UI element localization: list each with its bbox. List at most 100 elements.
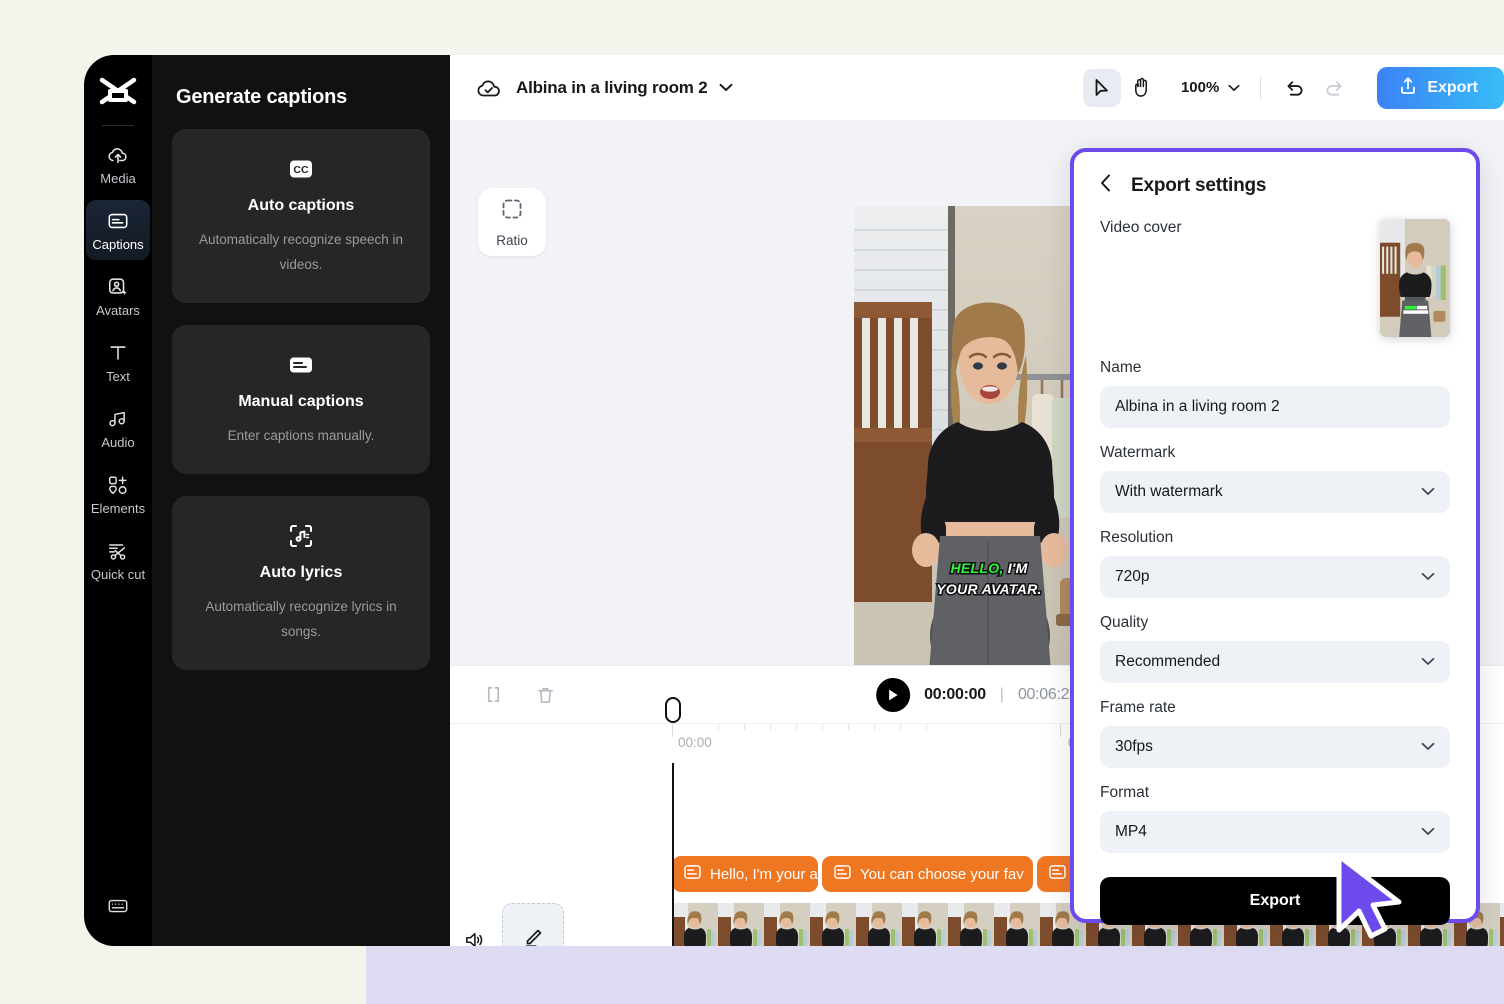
crop-dashed-icon [500, 197, 524, 226]
caption-text: I'M [1003, 559, 1028, 578]
track-mute-button[interactable] [457, 923, 491, 946]
export-settings-header: Export settings [1100, 174, 1450, 197]
card-desc: Automatically recognize lyrics in songs. [205, 599, 397, 639]
zoom-level-control[interactable]: 100% [1181, 79, 1240, 96]
export-settings-title: Export settings [1131, 174, 1267, 196]
watermark-select[interactable]: With watermark [1100, 471, 1450, 513]
ratio-button[interactable]: Ratio [478, 188, 546, 256]
video-thumbnail [994, 903, 1040, 946]
share-up-icon [1399, 76, 1417, 100]
text-t-icon [106, 341, 130, 365]
resolution-select[interactable]: 720p [1100, 556, 1450, 598]
name-input[interactable]: Albina in a living room 2 [1100, 386, 1450, 428]
video-thumbnail [672, 903, 718, 946]
keyboard-shortcuts-button[interactable] [86, 885, 150, 926]
zoom-level-value: 100% [1180, 79, 1220, 96]
capcut-logo-icon [94, 73, 142, 113]
field-watermark: Watermark With watermark [1100, 444, 1450, 513]
split-icon[interactable] [476, 678, 510, 712]
field-label: Frame rate [1100, 699, 1176, 716]
sidebar-item-captions[interactable]: Captions [86, 200, 150, 260]
playhead-knob[interactable] [665, 697, 681, 723]
play-button[interactable] [876, 677, 911, 712]
export-settings-panel: Export settings Video cover Name Albina … [1070, 148, 1480, 925]
sidebar-item-label: Captions [92, 237, 144, 252]
card-title: Manual captions [238, 393, 364, 410]
sidebar-item-media[interactable]: Media [86, 134, 150, 194]
auto-lyrics-card[interactable]: Auto lyrics Automatically recognize lyri… [172, 496, 430, 670]
chevron-left-icon[interactable] [1100, 174, 1111, 197]
hand-tool-button[interactable] [1123, 69, 1161, 107]
field-label: Watermark [1100, 444, 1176, 461]
svg-text:CC: CC [293, 164, 309, 176]
field-frame-rate: Frame rate 30fps [1100, 699, 1450, 768]
chevron-down-icon [1421, 823, 1435, 841]
video-thumbnail [948, 903, 994, 946]
video-thumbnail [718, 903, 764, 946]
top-toolbar: Albina in a living room 2 100% Export [450, 55, 1504, 120]
manual-cc-icon [287, 351, 315, 379]
auto-lyrics-icon [287, 522, 315, 550]
caption-clip-label: Hello, I'm your a [710, 865, 818, 883]
sidebar-item-label: Media [100, 171, 136, 186]
chevron-down-icon [1421, 568, 1435, 586]
video-thumbnail [810, 903, 856, 946]
caption-clip-icon [1049, 865, 1066, 883]
field-value: Recommended [1115, 653, 1221, 670]
edit-track-button[interactable] [502, 903, 564, 946]
sidebar-item-audio[interactable]: Audio [86, 398, 150, 458]
caption-clip[interactable]: You can choose your fav [822, 856, 1033, 892]
export-button[interactable]: Export [1377, 66, 1504, 109]
rail-divider [102, 125, 134, 126]
playhead[interactable] [665, 697, 681, 946]
field-label: Name [1100, 359, 1142, 376]
quality-select[interactable]: Recommended [1100, 641, 1450, 683]
card-desc: Enter captions manually. [227, 428, 375, 443]
undo-button[interactable] [1275, 69, 1313, 107]
playback-controls: 00:00:00 | 00:06:22 [876, 677, 1078, 712]
sidebar-item-elements[interactable]: Elements [86, 464, 150, 524]
music-note-icon [106, 407, 130, 431]
export-confirm-button[interactable]: Export [1100, 877, 1450, 925]
field-label: Quality [1100, 614, 1149, 631]
caption-clip[interactable]: Hello, I'm your a [672, 856, 818, 892]
chevron-down-icon [1421, 738, 1435, 756]
caption-clip-icon [834, 865, 851, 883]
project-name[interactable]: Albina in a living room 2 [516, 78, 708, 98]
field-name: Name Albina in a living room 2 [1100, 359, 1450, 428]
format-select[interactable]: MP4 [1100, 811, 1450, 853]
frame-rate-select[interactable]: 30fps [1100, 726, 1450, 768]
field-value: MP4 [1115, 823, 1147, 840]
toolbar-divider [1260, 76, 1262, 99]
elements-icon [106, 473, 130, 497]
video-thumbnail [764, 903, 810, 946]
field-value: With watermark [1115, 483, 1223, 500]
auto-captions-card[interactable]: CC Auto captions Automatically recognize… [172, 129, 430, 303]
caption-clip-icon [684, 865, 701, 883]
time-separator: | [999, 685, 1004, 703]
video-cover-row: Video cover [1100, 219, 1450, 337]
field-quality: Quality Recommended [1100, 614, 1450, 683]
manual-captions-card[interactable]: Manual captions Enter captions manually. [172, 325, 430, 474]
select-tool-button[interactable] [1082, 68, 1121, 107]
chevron-down-icon[interactable] [719, 83, 733, 92]
caption-clip-label: You can choose your fav [860, 865, 1024, 883]
current-time: 00:00:00 [924, 685, 986, 703]
sidebar-item-text[interactable]: Text [86, 332, 150, 392]
ruler-label: 00:00 [678, 735, 712, 750]
sidebar-item-label: Elements [90, 501, 146, 516]
sidebar-item-label: Quick cut [90, 567, 146, 582]
video-cover-thumbnail[interactable] [1380, 219, 1450, 337]
card-title: Auto captions [247, 197, 355, 214]
top-tools: 100% Export [1082, 66, 1504, 109]
chevron-down-icon [1421, 653, 1435, 671]
trash-icon[interactable] [528, 678, 562, 712]
redo-button [1315, 69, 1353, 107]
caption-highlight: HELLO, [949, 559, 1005, 578]
video-cover-label: Video cover [1100, 219, 1182, 236]
cloud-check-icon [476, 75, 502, 101]
sidebar-item-quick-cut[interactable]: Quick cut [86, 530, 150, 590]
total-time: 00:06:22 [1017, 685, 1078, 703]
avatar-sparkle-icon [106, 275, 130, 299]
sidebar-item-avatars[interactable]: Avatars [86, 266, 150, 326]
